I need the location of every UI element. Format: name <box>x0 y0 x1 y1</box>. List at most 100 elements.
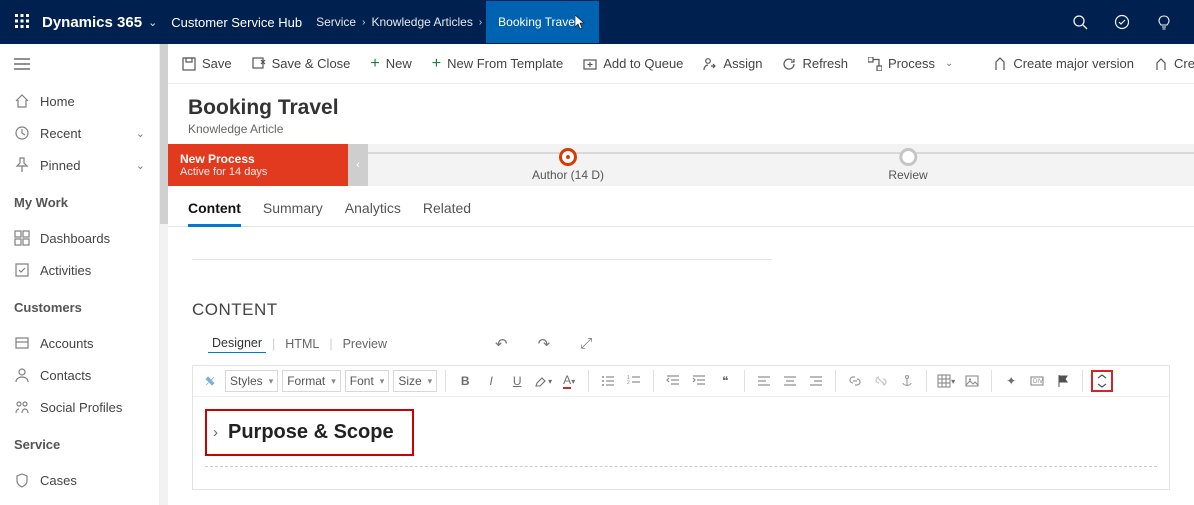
new-from-template-button[interactable]: + New From Template <box>432 55 563 73</box>
outdent-button[interactable] <box>662 370 684 392</box>
select-label: Size <box>398 374 421 388</box>
collapse-nav-icon[interactable] <box>0 52 159 79</box>
sidebar-item-activities[interactable]: Activities <box>0 254 159 286</box>
unlink-button[interactable] <box>870 370 892 392</box>
underline-button[interactable]: U <box>506 370 528 392</box>
sidebar-item-pinned[interactable]: Pinned ⌄ <box>0 149 159 181</box>
separator <box>1082 370 1083 392</box>
save-button[interactable]: Save <box>182 56 232 71</box>
sidebar-item-dashboards[interactable]: Dashboards <box>0 222 159 254</box>
save-icon <box>182 57 196 71</box>
lightbulb-icon[interactable] <box>1156 14 1172 30</box>
nav-section-service: Service <box>0 423 159 458</box>
table-button[interactable]: ▾ <box>935 370 957 392</box>
record-subtitle: Knowledge Article <box>188 122 1174 136</box>
breadcrumb-service[interactable]: Service <box>316 15 356 29</box>
pin-icon <box>14 157 30 173</box>
mouse-cursor-icon <box>575 15 587 29</box>
scrollbar-thumb[interactable] <box>160 44 168 224</box>
tab-summary[interactable]: Summary <box>263 196 323 226</box>
align-center-button[interactable] <box>779 370 801 392</box>
process-stages-track: Author (14 D) Review <box>368 144 1194 186</box>
caret-down-icon: ▾ <box>428 376 433 387</box>
plus-icon: + <box>432 55 441 73</box>
stage-dot-icon <box>899 148 917 166</box>
align-right-button[interactable] <box>805 370 827 392</box>
sidebar-item-label: Dashboards <box>40 231 110 246</box>
task-icon[interactable] <box>1114 14 1130 30</box>
bold-button[interactable]: B <box>454 370 476 392</box>
new-button[interactable]: + New <box>370 55 411 73</box>
stage-review[interactable]: Review <box>888 149 927 182</box>
module-name[interactable]: Customer Service Hub <box>171 15 302 30</box>
assign-button[interactable]: Assign <box>703 56 762 71</box>
italic-button[interactable]: I <box>480 370 502 392</box>
font-color-button[interactable]: A▾ <box>558 370 580 392</box>
caret-down-icon: ▾ <box>380 376 385 387</box>
process-status: Active for 14 days <box>180 166 267 178</box>
stage-author[interactable]: Author (14 D) <box>532 149 604 182</box>
refresh-button[interactable]: Refresh <box>782 56 848 71</box>
highlight-button[interactable]: ▾ <box>532 370 554 392</box>
highlighted-heading-block[interactable]: › Purpose & Scope <box>205 409 414 456</box>
process-name: New Process <box>180 152 267 166</box>
font-select[interactable]: Font▾ <box>345 370 390 392</box>
brand-chevron-icon[interactable]: ⌄ <box>148 16 157 29</box>
global-nav: Dynamics 365 ⌄ Customer Service Hub Serv… <box>0 0 1194 44</box>
indent-button[interactable] <box>688 370 710 392</box>
button-label: New <box>386 56 412 71</box>
quote-button[interactable]: ❝ <box>714 370 736 392</box>
app-launcher-icon[interactable] <box>8 14 36 31</box>
editor-tab-html[interactable]: HTML <box>281 335 323 353</box>
separator <box>991 370 992 392</box>
save-close-button[interactable]: Save & Close <box>252 56 351 71</box>
sidebar-item-contacts[interactable]: Contacts <box>0 359 159 391</box>
link-button[interactable] <box>844 370 866 392</box>
breadcrumb-knowledge-articles[interactable]: Knowledge Articles <box>371 15 472 29</box>
collapse-toolbar-button[interactable] <box>1091 370 1113 392</box>
editor-tab-designer[interactable]: Designer <box>208 334 266 353</box>
process-button[interactable]: Process ⌄ <box>868 56 953 71</box>
sidebar-item-accounts[interactable]: Accounts <box>0 327 159 359</box>
size-select[interactable]: Size ▾ <box>393 370 437 392</box>
sidebar-item-label: Cases <box>40 473 77 488</box>
flag-icon[interactable] <box>1052 370 1074 392</box>
editor-tab-preview[interactable]: Preview <box>339 335 391 353</box>
sidebar-item-recent[interactable]: Recent ⌄ <box>0 117 159 149</box>
button-label: New From Template <box>447 56 563 71</box>
format-select[interactable]: Format▾ <box>282 370 341 392</box>
breadcrumb-current[interactable]: Booking Travel <box>486 1 599 44</box>
number-list-button[interactable]: 12 <box>623 370 645 392</box>
sparkle-icon[interactable]: ✦ <box>1000 370 1022 392</box>
form-tabs: Content Summary Analytics Related <box>168 186 1194 227</box>
expand-icon[interactable]: ⤢ <box>568 335 604 352</box>
rich-text-editor: Styles▾ Format▾ Font▾ Size▾ B I U ▾ A▾ 1… <box>192 365 1170 490</box>
brand-name[interactable]: Dynamics 365 <box>42 14 142 31</box>
anchor-button[interactable] <box>896 370 918 392</box>
create-minor-version-button[interactable]: Create minor <box>1154 56 1194 71</box>
tab-analytics[interactable]: Analytics <box>345 196 401 226</box>
process-flag[interactable]: New Process Active for 14 days <box>168 144 348 186</box>
align-left-button[interactable] <box>753 370 775 392</box>
search-icon[interactable] <box>1072 14 1088 30</box>
create-major-version-button[interactable]: Create major version <box>993 56 1134 71</box>
editor-canvas[interactable]: › Purpose & Scope <box>193 397 1169 489</box>
sidebar-item-cases[interactable]: Cases <box>0 464 159 496</box>
sidebar-scrollbar[interactable] <box>160 44 168 505</box>
add-to-queue-button[interactable]: Add to Queue <box>583 56 683 71</box>
select-label: Format <box>287 374 325 388</box>
sidebar-item-social-profiles[interactable]: Social Profiles <box>0 391 159 423</box>
clear-format-icon[interactable] <box>199 370 221 392</box>
button-label: Create minor <box>1174 56 1194 71</box>
social-icon <box>14 399 30 415</box>
sidebar-item-home[interactable]: Home <box>0 85 159 117</box>
image-button[interactable] <box>961 370 983 392</box>
tab-content[interactable]: Content <box>188 196 241 226</box>
tab-related[interactable]: Related <box>423 196 471 226</box>
embed-icon[interactable]: DIV <box>1026 370 1048 392</box>
redo-icon[interactable]: ↷ <box>526 335 563 353</box>
styles-select[interactable]: Styles▾ <box>225 370 278 392</box>
undo-icon[interactable]: ↶ <box>483 335 520 353</box>
process-back-button[interactable]: ‹ <box>348 144 368 186</box>
bullet-list-button[interactable] <box>597 370 619 392</box>
